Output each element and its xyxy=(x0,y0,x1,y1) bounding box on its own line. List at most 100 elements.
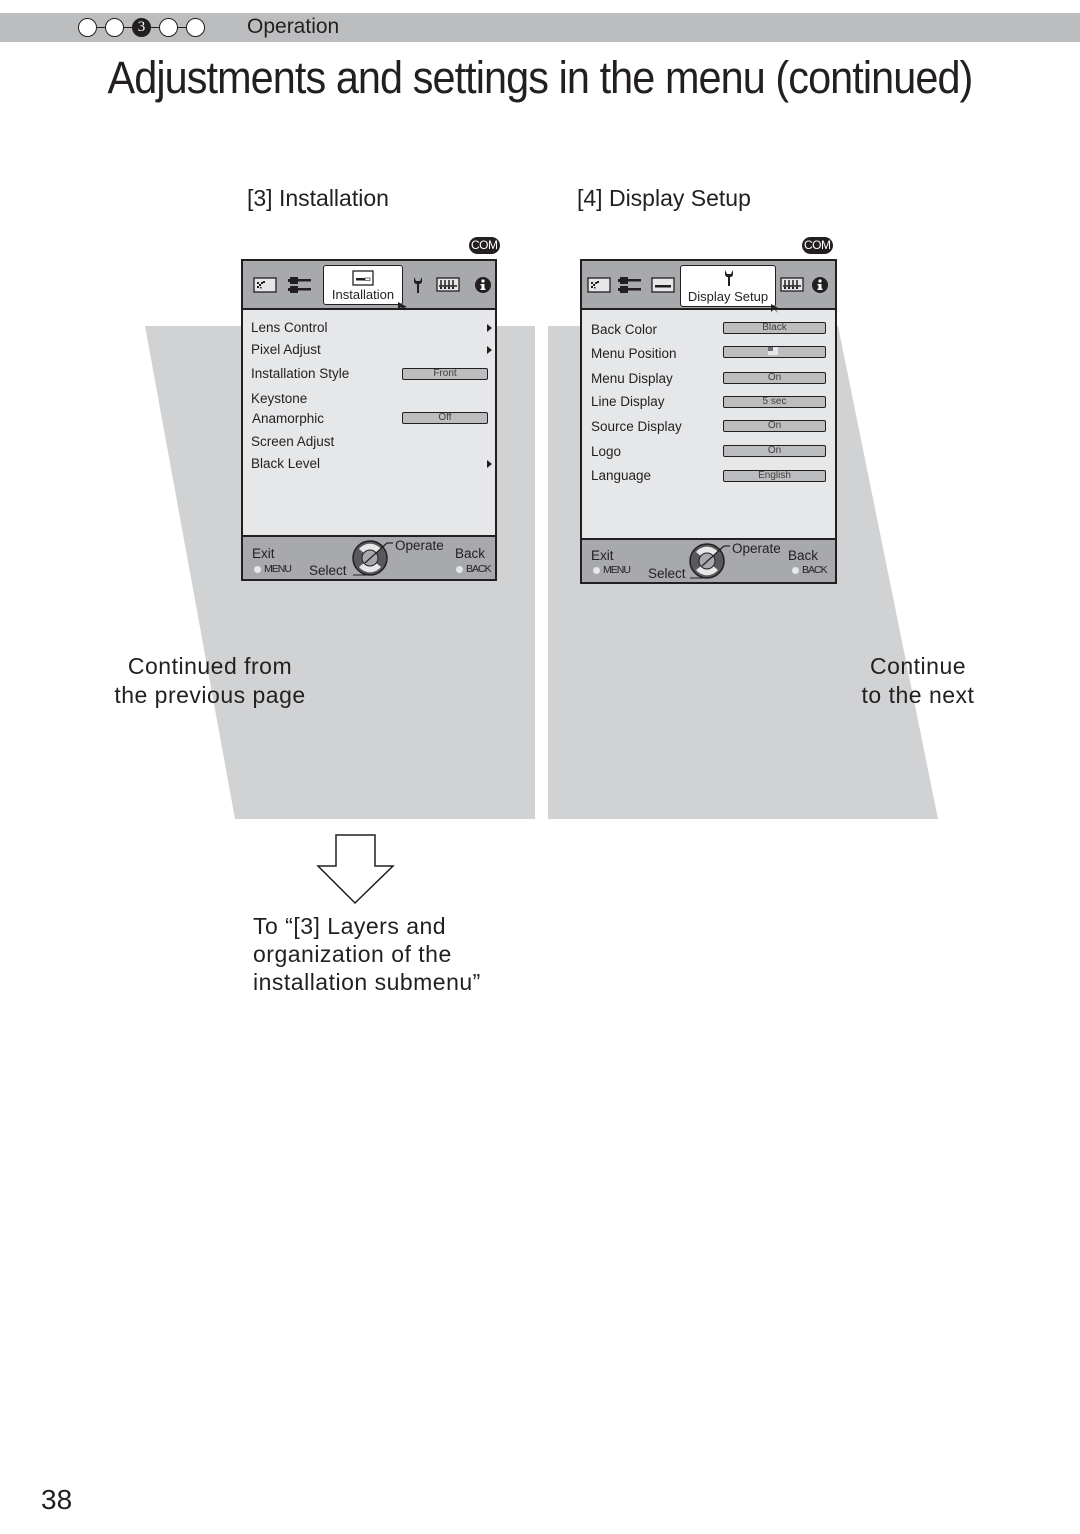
item-label: Keystone xyxy=(251,391,308,406)
step-3-active: 3 xyxy=(132,17,151,37)
select-label: Select xyxy=(309,563,347,578)
down-arrow-icon xyxy=(316,834,395,905)
menu-item-back-color[interactable]: Back Color xyxy=(591,322,657,338)
item-label: Pixel Adjust xyxy=(251,342,321,357)
item-label: Anamorphic xyxy=(252,411,325,426)
continued-from-caption: Continued from the previous page xyxy=(100,652,320,710)
anamorphic-value[interactable]: Off xyxy=(402,412,488,424)
cursor-icon xyxy=(771,304,780,313)
function-icon[interactable] xyxy=(779,275,805,295)
menu-item-menu-position[interactable]: Menu Position xyxy=(591,346,677,362)
picture-adjust-icon[interactable] xyxy=(586,275,612,295)
item-label: Menu Display xyxy=(591,371,673,386)
submenu-arrow-icon xyxy=(487,460,492,468)
picture-adjust-icon[interactable] xyxy=(252,275,278,295)
menu-position-value[interactable] xyxy=(723,346,826,358)
menu-item-installation-style[interactable]: Installation Style xyxy=(251,366,349,382)
background-panels xyxy=(145,326,938,905)
item-label: Black Level xyxy=(251,456,321,471)
page-number: 38 xyxy=(41,1484,73,1515)
control-pad-icon[interactable] xyxy=(351,539,393,577)
submenu-arrow-icon xyxy=(487,324,492,332)
tab-display-setup-active[interactable]: Display Setup xyxy=(680,265,780,313)
logo-value[interactable]: On xyxy=(723,445,826,457)
installation-menu-window: Installation Lens Control Pixel Adjust I… xyxy=(241,259,497,581)
information-icon[interactable] xyxy=(470,275,496,295)
operate-label: Operate xyxy=(732,541,781,556)
step-5 xyxy=(186,17,205,37)
item-label: Language xyxy=(591,468,652,483)
exit-label: Exit xyxy=(252,546,275,561)
step-1 xyxy=(78,17,97,37)
back-label: Back xyxy=(788,548,819,563)
language-value[interactable]: English xyxy=(723,470,826,482)
menu-footer: Exit MENU Select Operate Back BACK xyxy=(582,538,835,582)
continue-next-caption: Continue to the next xyxy=(838,652,998,710)
active-tab-label: Display Setup xyxy=(687,289,769,304)
operate-label: Operate xyxy=(395,538,444,553)
cursor-icon xyxy=(398,302,407,311)
menu-item-language[interactable]: Language xyxy=(591,468,651,484)
menu-item-keystone[interactable]: Keystone xyxy=(251,391,307,407)
item-label: Line Display xyxy=(591,394,665,409)
menu-key-dot xyxy=(593,567,600,574)
menu-item-logo[interactable]: Logo xyxy=(591,444,621,460)
item-label: Logo xyxy=(591,444,622,459)
note-line: organization of the xyxy=(253,941,452,967)
input-signal-icon[interactable] xyxy=(288,275,314,295)
menu-position-icon xyxy=(767,347,778,355)
cross-reference-note: To “[3] Layers and organization of the i… xyxy=(253,912,481,996)
menu-key-label[interactable]: MENU xyxy=(264,563,292,575)
back-label: Back xyxy=(455,546,486,561)
installation-heading: [3] Installation xyxy=(247,185,389,211)
item-label: Screen Adjust xyxy=(251,434,335,449)
menu-tab-bar: Installation xyxy=(243,261,496,311)
control-pad-icon[interactable] xyxy=(688,542,730,580)
source-display-value[interactable]: On xyxy=(723,420,826,432)
menu-key-dot xyxy=(254,566,261,573)
back-key-label[interactable]: BACK xyxy=(466,563,492,575)
display-setup-icon[interactable] xyxy=(405,275,431,295)
back-key-label[interactable]: BACK xyxy=(802,564,828,576)
display-setup-icon xyxy=(725,270,733,286)
menu-item-black-level[interactable]: Black Level xyxy=(251,456,320,472)
menu-item-menu-display[interactable]: Menu Display xyxy=(591,371,673,387)
menu-item-screen-adjust[interactable]: Screen Adjust xyxy=(251,434,334,450)
submenu-arrow-icon xyxy=(487,346,492,354)
menu-item-line-display[interactable]: Line Display xyxy=(591,394,665,410)
active-tab-label: Installation xyxy=(331,287,395,302)
menu-display-value[interactable]: On xyxy=(723,372,826,384)
input-signal-icon[interactable] xyxy=(618,275,644,295)
tab-installation-active[interactable]: Installation xyxy=(323,265,407,311)
caption-line: Continued from xyxy=(127,653,293,679)
caption-line: Continue xyxy=(869,653,967,679)
display-setup-heading: [4] Display Setup xyxy=(577,185,751,211)
menu-item-lens-control[interactable]: Lens Control xyxy=(251,320,328,336)
item-label: Menu Position xyxy=(591,346,677,361)
installation-style-value[interactable]: Front xyxy=(402,368,488,380)
back-key-dot xyxy=(792,567,799,574)
function-icon[interactable] xyxy=(435,275,461,295)
item-label: Back Color xyxy=(591,322,658,337)
information-icon[interactable] xyxy=(807,275,833,295)
menu-key-label[interactable]: MENU xyxy=(603,564,631,576)
menu-footer: Exit MENU Select Operate Back BACK xyxy=(243,535,495,579)
menu-item-pixel-adjust[interactable]: Pixel Adjust xyxy=(251,342,321,358)
note-line: To “[3] Layers and xyxy=(253,913,447,939)
menu-item-source-display[interactable]: Source Display xyxy=(591,419,682,435)
back-color-value[interactable]: Black xyxy=(723,322,826,334)
step-indicator: 3 xyxy=(78,16,205,38)
com-badge: COM xyxy=(469,237,500,254)
installation-icon[interactable] xyxy=(650,275,676,295)
step-2 xyxy=(105,17,124,37)
line-display-value[interactable]: 5 sec xyxy=(723,396,826,408)
step-4 xyxy=(159,17,178,37)
back-key-dot xyxy=(456,566,463,573)
menu-item-anamorphic[interactable]: Anamorphic xyxy=(252,411,324,427)
com-badge: COM xyxy=(802,237,833,254)
item-label: Installation Style xyxy=(251,366,350,381)
page-title: Adjustments and settings in the menu (co… xyxy=(107,52,974,103)
menu-tab-bar: Display Setup xyxy=(582,261,835,313)
caption-line: to the next xyxy=(861,682,975,708)
caption-line: the previous page xyxy=(114,682,306,708)
